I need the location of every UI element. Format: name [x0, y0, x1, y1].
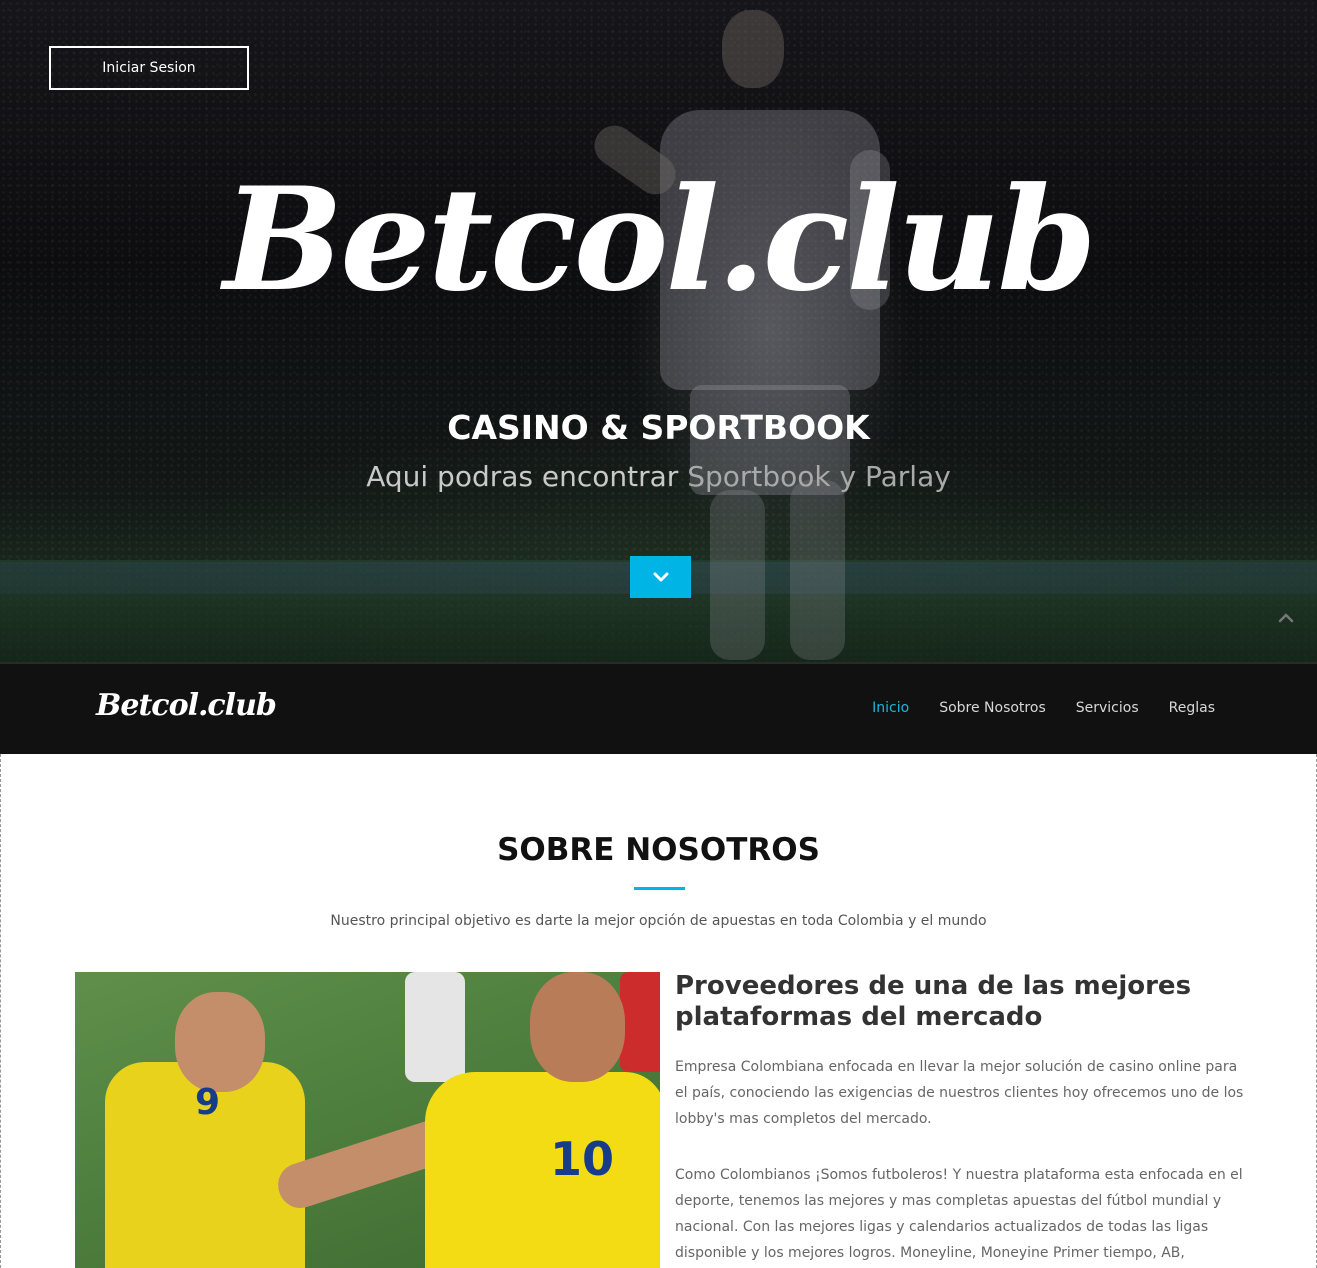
navbar-logo[interactable]: Betcol.club: [96, 688, 277, 723]
chevron-up-icon: [1278, 613, 1294, 623]
nav-item-reglas[interactable]: Reglas: [1169, 700, 1215, 716]
nav-item-inicio[interactable]: Inicio: [872, 700, 909, 716]
about-title: SOBRE NOSOTROS: [497, 832, 820, 868]
nav-links: Inicio Sobre Nosotros Servicios Reglas: [872, 700, 1215, 716]
nav-item-sobre-nosotros[interactable]: Sobre Nosotros: [939, 700, 1046, 716]
about-heading: Proveedores de una de las mejores plataf…: [675, 971, 1192, 1032]
hero-title: CASINO & SPORTBOOK: [447, 408, 870, 447]
back-to-top-button[interactable]: [1272, 604, 1300, 632]
about-paragraph-1: Empresa Colombiana enfocada en llevar la…: [675, 1059, 1244, 1127]
about-title-underline: [634, 887, 685, 890]
about-paragraph-2: Como Colombianos ¡Somos futboleros! Y nu…: [675, 1167, 1243, 1261]
chevron-down-icon: [653, 572, 668, 582]
hero-subtitle-highlight: Sportbook y Parlay: [687, 460, 951, 493]
scroll-down-button[interactable]: [630, 556, 691, 598]
main-navbar: Betcol.club Inicio Sobre Nosotros Servic…: [0, 662, 1317, 754]
about-image-players: 9 10: [75, 972, 660, 1268]
hero-logo: Betcol.club: [223, 157, 1096, 323]
login-button[interactable]: Iniciar Sesion: [49, 46, 249, 90]
hero-subtitle: Aqui podras encontrar Sportbook y Parlay: [0, 460, 1317, 493]
hero-section: Iniciar Sesion Betcol.club CASINO & SPOR…: [0, 0, 1317, 662]
about-lead: Nuestro principal objetivo es darte la m…: [330, 913, 987, 929]
nav-item-servicios[interactable]: Servicios: [1076, 700, 1139, 716]
hero-subtitle-start: Aqui podras encontrar: [366, 460, 679, 493]
